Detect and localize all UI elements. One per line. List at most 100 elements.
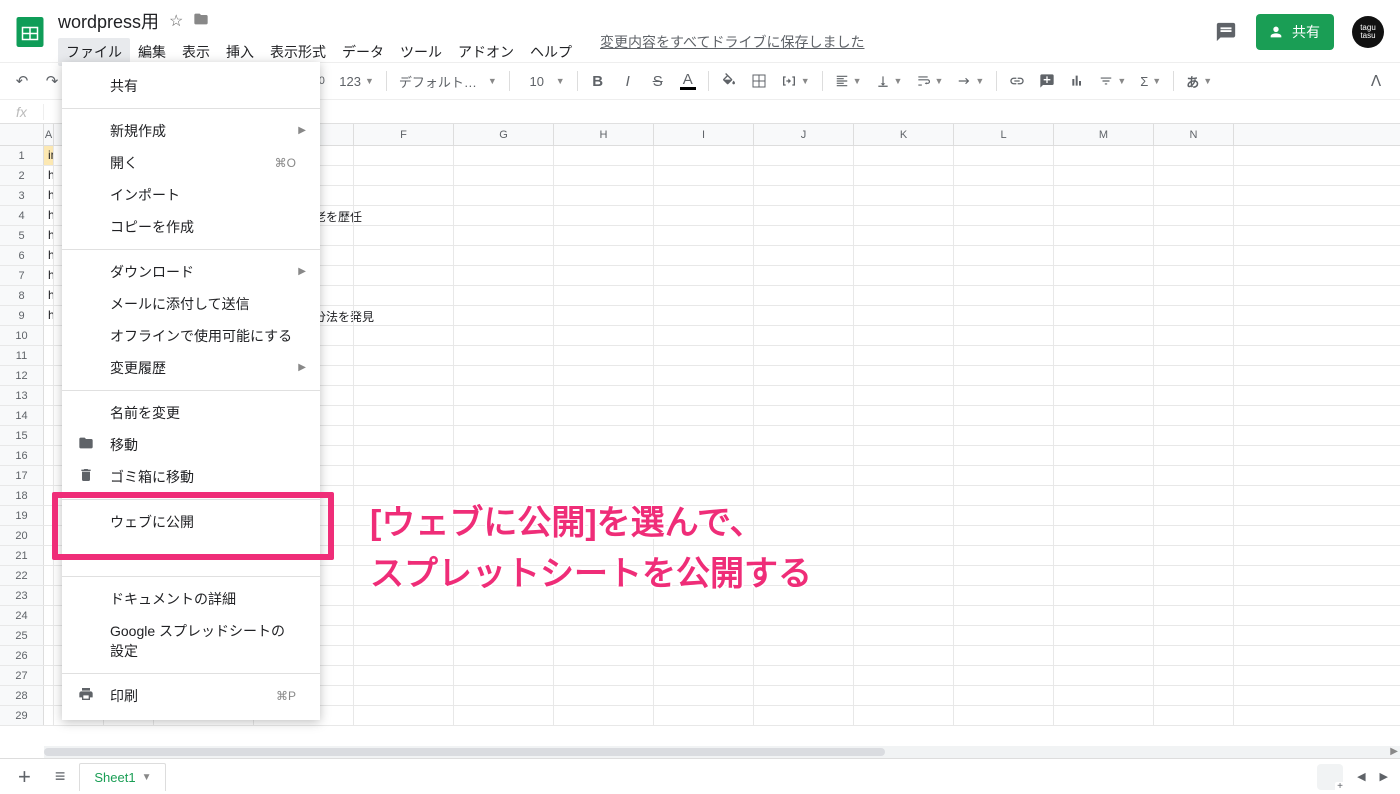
cell-A14[interactable]	[44, 406, 54, 425]
cell-G4[interactable]	[454, 206, 554, 225]
cell-J6[interactable]	[754, 246, 854, 265]
cell-J2[interactable]	[754, 166, 854, 185]
cell-L10[interactable]	[954, 326, 1054, 345]
row-header-5[interactable]: 5	[0, 226, 44, 245]
menu-open[interactable]: 開く⌘O	[62, 147, 320, 179]
sheets-logo-icon[interactable]	[10, 6, 50, 58]
cell-H10[interactable]	[554, 326, 654, 345]
star-icon[interactable]: ☆	[169, 11, 183, 31]
cell-G24[interactable]	[454, 606, 554, 625]
cell-A1[interactable]: ima	[44, 146, 54, 165]
cell-K16[interactable]	[854, 446, 954, 465]
cell-G14[interactable]	[454, 406, 554, 425]
cell-K11[interactable]	[854, 346, 954, 365]
cell-A10[interactable]	[44, 326, 54, 345]
cell-A8[interactable]: htt	[44, 286, 54, 305]
cell-A15[interactable]	[44, 426, 54, 445]
row-header-23[interactable]: 23	[0, 586, 44, 605]
row-header-4[interactable]: 4	[0, 206, 44, 225]
cell-I24[interactable]	[654, 606, 754, 625]
cell-N16[interactable]	[1154, 446, 1234, 465]
explore-button[interactable]	[1317, 764, 1343, 790]
cell-F29[interactable]	[354, 706, 454, 725]
cell-F16[interactable]	[354, 446, 454, 465]
cell-G29[interactable]	[454, 706, 554, 725]
cell-F9[interactable]	[354, 306, 454, 325]
cell-M1[interactable]	[1054, 146, 1154, 165]
cell-M14[interactable]	[1054, 406, 1154, 425]
row-header-19[interactable]: 19	[0, 506, 44, 525]
cell-A16[interactable]	[44, 446, 54, 465]
cell-K17[interactable]	[854, 466, 954, 485]
cell-N14[interactable]	[1154, 406, 1234, 425]
cell-K20[interactable]	[854, 526, 954, 545]
cell-M24[interactable]	[1054, 606, 1154, 625]
cell-A13[interactable]	[44, 386, 54, 405]
cell-I28[interactable]	[654, 686, 754, 705]
row-header-9[interactable]: 9	[0, 306, 44, 325]
row-header-6[interactable]: 6	[0, 246, 44, 265]
cell-G16[interactable]	[454, 446, 554, 465]
row-header-29[interactable]: 29	[0, 706, 44, 725]
cell-L2[interactable]	[954, 166, 1054, 185]
cell-J9[interactable]	[754, 306, 854, 325]
cell-A21[interactable]	[44, 546, 54, 565]
cell-K28[interactable]	[854, 686, 954, 705]
text-color-button[interactable]: A	[674, 67, 702, 95]
row-header-3[interactable]: 3	[0, 186, 44, 205]
cell-F1[interactable]	[354, 146, 454, 165]
cell-A4[interactable]: htt	[44, 206, 54, 225]
cell-F4[interactable]	[354, 206, 454, 225]
cell-G7[interactable]	[454, 266, 554, 285]
cell-N3[interactable]	[1154, 186, 1234, 205]
sheet-tab-menu-icon[interactable]: ▼	[142, 772, 152, 783]
cell-N24[interactable]	[1154, 606, 1234, 625]
cell-N17[interactable]	[1154, 466, 1234, 485]
cell-L14[interactable]	[954, 406, 1054, 425]
cell-F28[interactable]	[354, 686, 454, 705]
cell-M27[interactable]	[1054, 666, 1154, 685]
row-header-13[interactable]: 13	[0, 386, 44, 405]
row-header-21[interactable]: 21	[0, 546, 44, 565]
cell-L4[interactable]	[954, 206, 1054, 225]
cell-M13[interactable]	[1054, 386, 1154, 405]
move-folder-icon[interactable]	[193, 11, 209, 32]
cell-N6[interactable]	[1154, 246, 1234, 265]
cell-H13[interactable]	[554, 386, 654, 405]
cell-I14[interactable]	[654, 406, 754, 425]
cell-H6[interactable]	[554, 246, 654, 265]
insert-chart-button[interactable]	[1063, 67, 1091, 95]
cell-N9[interactable]	[1154, 306, 1234, 325]
cell-A29[interactable]	[44, 706, 54, 725]
cell-N4[interactable]	[1154, 206, 1234, 225]
cell-G9[interactable]	[454, 306, 554, 325]
menu-new[interactable]: 新規作成▶	[62, 115, 320, 147]
cell-L11[interactable]	[954, 346, 1054, 365]
cell-N26[interactable]	[1154, 646, 1234, 665]
filter-button[interactable]: ▼	[1093, 67, 1132, 95]
cell-J25[interactable]	[754, 626, 854, 645]
cell-G6[interactable]	[454, 246, 554, 265]
cell-L28[interactable]	[954, 686, 1054, 705]
comments-icon[interactable]	[1214, 20, 1238, 44]
cell-L1[interactable]	[954, 146, 1054, 165]
cell-N12[interactable]	[1154, 366, 1234, 385]
cell-L22[interactable]	[954, 566, 1054, 585]
cell-A9[interactable]: htt	[44, 306, 54, 325]
cell-M21[interactable]	[1054, 546, 1154, 565]
select-all-corner[interactable]	[0, 124, 44, 145]
row-header-11[interactable]: 11	[0, 346, 44, 365]
cell-H25[interactable]	[554, 626, 654, 645]
cell-N15[interactable]	[1154, 426, 1234, 445]
document-title[interactable]: wordpress用	[58, 8, 159, 34]
cell-F13[interactable]	[354, 386, 454, 405]
column-header-G[interactable]: G	[454, 124, 554, 145]
column-header-J[interactable]: J	[754, 124, 854, 145]
cell-F15[interactable]	[354, 426, 454, 445]
cell-F10[interactable]	[354, 326, 454, 345]
account-avatar[interactable]: tagu tasu	[1352, 16, 1384, 48]
cell-F5[interactable]	[354, 226, 454, 245]
text-rotation-button[interactable]: ▼	[951, 67, 990, 95]
font-size-dropdown[interactable]: 10▼	[516, 67, 571, 95]
cell-I1[interactable]	[654, 146, 754, 165]
